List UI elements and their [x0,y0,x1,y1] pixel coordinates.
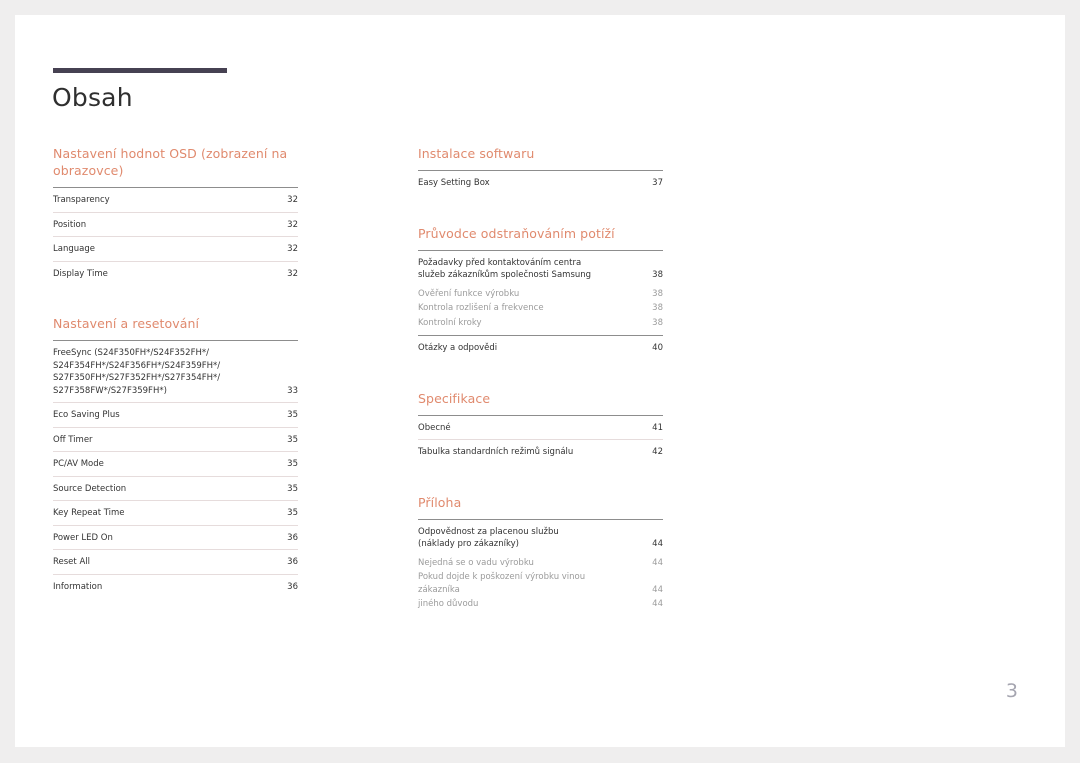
toc-sub-entry[interactable]: Pokud dojde k poškození výrobku vinou zá… [418,570,663,597]
toc-entry[interactable]: Eco Saving Plus 35 [53,402,298,427]
toc-section-heading: Instalace softwaru [418,146,535,161]
toc-entry-list: Obecné 41 Tabulka standardních režimů sign… [418,414,663,464]
toc-entry-page-number: 42 [652,447,663,457]
toc-entry-label: Eco Saving Plus [53,410,120,420]
toc-section-heading: Příloha [418,494,462,510]
toc-entry-page-number: 41 [652,422,663,433]
toc-entry-label: Tabulka standardních režimů signálu [418,447,574,457]
toc-section: Nastavení hodnot OSD (zobrazení na obraz… [53,145,298,285]
toc-entry-label: Information [53,581,103,592]
toc-entry[interactable]: PC/AV Mode 35 [53,451,298,476]
toc-section: Specifikace Obecné 41 Tabulka standardních … [418,390,663,464]
page-number: 3 [1005,680,1018,702]
toc-entry-page-number: 32 [287,195,298,205]
toc-entry-label: Position [53,219,87,230]
toc-entry-label: Transparency [53,195,110,205]
toc-entry-label: Otázky a odpovědi [418,343,498,353]
toc-entry[interactable]: Tabulka standardních režimů signálu 42 [418,439,663,464]
toc-entry-page-number: 35 [287,434,298,445]
toc-entry-page-number: 35 [287,508,298,518]
toc-entry[interactable]: Požadavky před kontaktováním centra služ… [418,251,663,287]
toc-entry-label: Language [53,244,95,254]
toc-section-heading: Specifikace [418,390,491,406]
toc-entry-list: FreeSync (S24F350FH*/S24F352FH*/ S24F354… [53,340,298,598]
toc-sub-entry[interactable]: jiného důvodu 44 [418,597,663,612]
toc-section-heading: Nastavení hodnot OSD (zobrazení na obraz… [53,146,288,178]
toc-entry-page-number: 32 [287,244,298,254]
toc-entry[interactable]: Transparency 32 [53,188,298,212]
toc-entry-page-number: 38 [652,270,663,280]
toc-entry-label: FreeSync (S24F350FH*/S24F352FH*/ S24F354… [53,348,221,396]
toc-entry[interactable]: Power LED On 36 [53,524,298,550]
toc-sub-entry[interactable]: Nejedná se o vadu výrobku 44 [418,556,663,571]
toc-entry-label: Obecné [418,422,451,433]
toc-section: Nastavení a resetování FreeSync (S24F350F… [53,315,298,598]
toc-entry-list: Odpovědnost za placenou službu (náklady … [418,518,663,612]
toc-entry-label: Reset All [53,557,90,567]
toc-entry-list: Požadavky před kontaktováním centra služ… [418,249,663,360]
toc-entry-label: Key Repeat Time [53,508,125,518]
toc-entry-label: jiného důvodu [418,599,479,609]
toc-entry-label: Ověření funkce výrobku [418,288,520,299]
toc-section-heading: Nastavení a resetování [53,316,200,331]
toc-entry-page-number: 44 [652,557,663,568]
toc-entry-page-number: 40 [652,343,663,353]
toc-entry[interactable]: Otázky a odpovědi 40 [418,335,663,360]
toc-entry[interactable]: Odpovědnost za placenou službu (náklady … [418,520,663,556]
toc-entry-list: Transparency 32 Position 32 Language 32 Displa… [53,187,298,285]
toc-entry[interactable]: Reset All 36 [53,549,298,574]
toc-entry[interactable]: Off Timer 35 [53,426,298,452]
toc-entry-label: Power LED On [53,532,113,543]
toc-entry-page-number: 44 [652,584,663,595]
toc-entry-page-number: 38 [652,317,663,328]
toc-entry[interactable]: Position 32 [53,211,298,237]
toc-sub-entry[interactable]: Kontrolní kroky 38 [418,316,663,331]
toc-section: Příloha Odpovědnost za placenou službu (n… [418,494,663,612]
document-page: Obsah Nastavení hodnot OSD (zobrazení na… [15,15,1065,747]
toc-entry-page-number: 36 [287,581,298,592]
toc-entry-label: Off Timer [53,434,93,445]
toc-entry-page-number: 36 [287,532,298,543]
toc-entry[interactable]: Display Time 32 [53,260,298,286]
toc-entry-label: Easy Setting Box [418,178,490,188]
toc-entry-label: Kontrola rozlišení a frekvence [418,303,544,313]
toc-entry[interactable]: Key Repeat Time 35 [53,500,298,525]
toc-entry-label: Odpovědnost za placenou službu (náklady … [418,526,559,550]
toc-entry-page-number: 44 [652,539,663,549]
toc-entry-list: Easy Setting Box 37 [418,170,663,195]
toc-section-heading: Průvodce odstraňováním potíží [418,225,615,241]
toc-section: Průvodce odstraňováním potíží Požadavky p… [418,225,663,360]
toc-entry-label: PC/AV Mode [53,459,104,469]
title-rule [53,68,227,73]
toc-entry[interactable]: Easy Setting Box 37 [418,171,663,195]
toc-entry-page-number: 33 [287,385,298,396]
toc-entry-label: Nejedná se o vadu výrobku [418,557,534,568]
toc-entry[interactable]: Obecné 41 [418,416,663,440]
toc-entry-page-number: 35 [287,410,298,420]
toc-entry-label: Display Time [53,268,108,279]
toc-entry-label: Source Detection [53,483,127,494]
toc-entry[interactable]: Source Detection 35 [53,475,298,501]
toc-entry-page-number: 38 [652,303,663,313]
toc-entry-page-number: 44 [652,599,663,609]
toc-entry-page-number: 32 [287,268,298,279]
toc-entry-label: Požadavky před kontaktováním centra služ… [418,257,592,281]
toc-entry[interactable]: Language 32 [53,236,298,261]
toc-column-left: Nastavení hodnot OSD (zobrazení na obraz… [53,145,298,628]
page-title: Obsah [52,83,133,112]
toc-entry-page-number: 32 [287,219,298,230]
toc-entry[interactable]: Information 36 [53,573,298,599]
toc-sub-entry[interactable]: Kontrola rozlišení a frekvence 38 [418,301,663,316]
toc-column-right: Instalace softwaru Easy Setting Box 37 Prův… [418,145,663,642]
toc-entry-page-number: 36 [287,557,298,567]
toc-entry[interactable]: FreeSync (S24F350FH*/S24F352FH*/ S24F354… [53,341,298,402]
toc-section: Instalace softwaru Easy Setting Box 37 [418,145,663,195]
toc-entry-page-number: 35 [287,483,298,494]
toc-sub-entry[interactable]: Ověření funkce výrobku 38 [418,287,663,302]
toc-entry-label: Pokud dojde k poškození výrobku vinou zá… [418,572,586,595]
toc-entry-page-number: 38 [652,288,663,299]
toc-entry-label: Kontrolní kroky [418,317,482,328]
toc-entry-page-number: 35 [287,459,298,469]
toc-entry-page-number: 37 [652,178,663,188]
